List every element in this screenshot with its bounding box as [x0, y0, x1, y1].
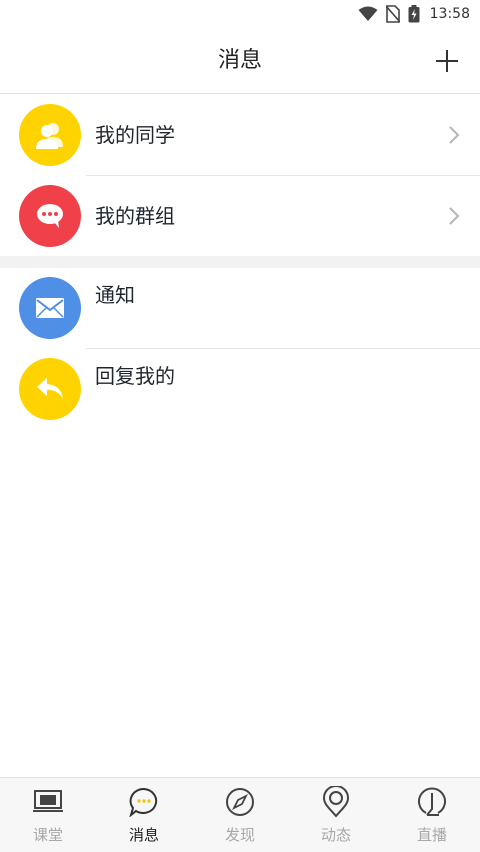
tab-label: 发现 [224, 826, 255, 844]
status-time: 13:58 [429, 6, 470, 22]
activity-icon [320, 786, 352, 818]
reply-icon [19, 358, 81, 420]
tab-discover[interactable]: 发现 [192, 778, 288, 852]
classroom-icon [32, 786, 64, 818]
list-item-label: 我的同学 [95, 123, 175, 147]
tab-activity[interactable]: 动态 [288, 778, 384, 852]
tab-classroom[interactable]: 课堂 [0, 778, 96, 852]
tab-label: 课堂 [32, 826, 63, 844]
contacts-list: 我的同学 我的群组 [0, 95, 480, 257]
plus-icon [436, 50, 458, 72]
compass-icon [224, 786, 256, 818]
tab-live[interactable]: 直播 [384, 778, 480, 852]
bottom-tab-bar: 课堂 消息 发现 动态 直播 [0, 777, 480, 852]
message-icon [128, 786, 160, 818]
tab-label: 直播 [416, 826, 447, 844]
chevron-right-icon [448, 125, 460, 149]
list-item-label: 我的群组 [95, 204, 175, 228]
wifi-icon [358, 6, 378, 22]
messages-list: 通知 回复我的 [0, 268, 480, 430]
no-sim-icon [385, 5, 400, 23]
group-chat-icon [19, 185, 81, 247]
tab-messages[interactable]: 消息 [96, 778, 192, 852]
chevron-right-icon [448, 206, 460, 230]
status-bar: 13:58 [0, 0, 480, 28]
battery-charging-icon [408, 5, 420, 23]
list-item-notifications[interactable]: 通知 [0, 268, 480, 349]
classmates-icon [19, 104, 81, 166]
mail-icon [19, 277, 81, 339]
add-button[interactable] [430, 44, 464, 78]
tab-label: 消息 [128, 826, 159, 844]
live-icon [416, 786, 448, 818]
section-separator [0, 256, 480, 268]
page-title: 消息 [217, 48, 262, 73]
list-item-label: 通知 [95, 283, 135, 307]
header: 消息 [0, 28, 480, 94]
list-item-groups[interactable]: 我的群组 [0, 176, 480, 257]
list-item-label: 回复我的 [95, 364, 175, 388]
tab-label: 动态 [320, 826, 351, 844]
list-item-classmates[interactable]: 我的同学 [0, 95, 480, 176]
list-item-replies[interactable]: 回复我的 [0, 349, 480, 430]
